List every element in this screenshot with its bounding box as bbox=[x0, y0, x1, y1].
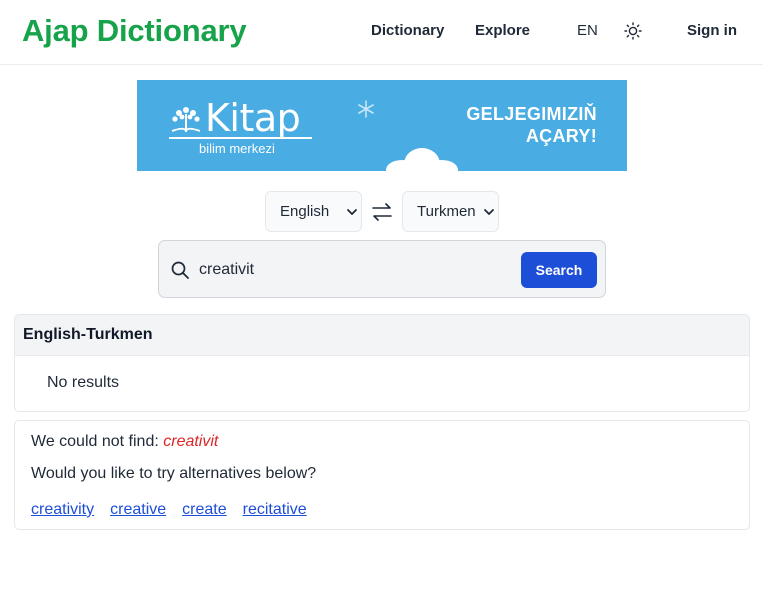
snowflake-icon bbox=[358, 100, 374, 118]
nav-dictionary[interactable]: Dictionary bbox=[371, 22, 444, 39]
banner-slogan-line1: GELJEGIMIZIŇ bbox=[466, 104, 597, 124]
results-panel: English-Turkmen No results bbox=[14, 314, 750, 412]
sun-icon[interactable] bbox=[623, 21, 643, 41]
banner-slogan-line2: AÇARY! bbox=[525, 126, 597, 146]
alternatives-prompt: Would you like to try alternatives below… bbox=[31, 465, 317, 482]
alternatives-list: creativity creative create recitative bbox=[31, 501, 323, 519]
banner-logo: Kitap bbox=[205, 96, 301, 140]
search-bar: Search bbox=[158, 240, 606, 298]
chevron-down-icon bbox=[347, 209, 357, 215]
top-header: Ajap Dictionary Dictionary Explore EN Si… bbox=[0, 0, 763, 65]
swap-languages-icon[interactable] bbox=[370, 200, 394, 224]
sign-in-link[interactable]: Sign in bbox=[687, 22, 737, 39]
alternative-link[interactable]: create bbox=[182, 501, 226, 518]
alternative-link[interactable]: recitative bbox=[243, 501, 307, 518]
target-language-select[interactable]: Turkmen bbox=[402, 191, 499, 232]
results-header: English-Turkmen bbox=[15, 315, 749, 356]
search-button[interactable]: Search bbox=[521, 252, 597, 288]
search-icon bbox=[171, 261, 189, 279]
chevron-down-icon bbox=[484, 209, 494, 215]
not-found-label: We could not find: bbox=[31, 433, 159, 450]
alternative-link[interactable]: creativity bbox=[31, 501, 94, 518]
brand-logo[interactable]: Ajap Dictionary bbox=[22, 13, 247, 49]
suggestions-panel: We could not find: creativit Would you l… bbox=[14, 420, 750, 530]
advertisement-banner[interactable]: Kitap bilim merkezi GELJEGIMIZIŇ AÇARY! bbox=[137, 80, 627, 171]
banner-logo-underline bbox=[169, 137, 312, 139]
alternative-link[interactable]: creative bbox=[110, 501, 166, 518]
nav-explore[interactable]: Explore bbox=[475, 22, 530, 39]
no-results-message: No results bbox=[47, 374, 120, 391]
banner-logo-subtitle: bilim merkezi bbox=[199, 141, 275, 156]
language-switcher[interactable]: EN bbox=[577, 22, 598, 39]
tree-book-icon bbox=[171, 107, 201, 133]
source-language-select[interactable]: English bbox=[265, 191, 362, 232]
cloud-icon bbox=[386, 148, 458, 171]
not-found-term: creativit bbox=[163, 433, 219, 450]
target-language-value: Turkmen bbox=[417, 203, 476, 220]
search-input[interactable] bbox=[199, 258, 509, 282]
source-language-value: English bbox=[280, 203, 330, 220]
not-found-message: We could not find: creativit bbox=[31, 433, 218, 451]
